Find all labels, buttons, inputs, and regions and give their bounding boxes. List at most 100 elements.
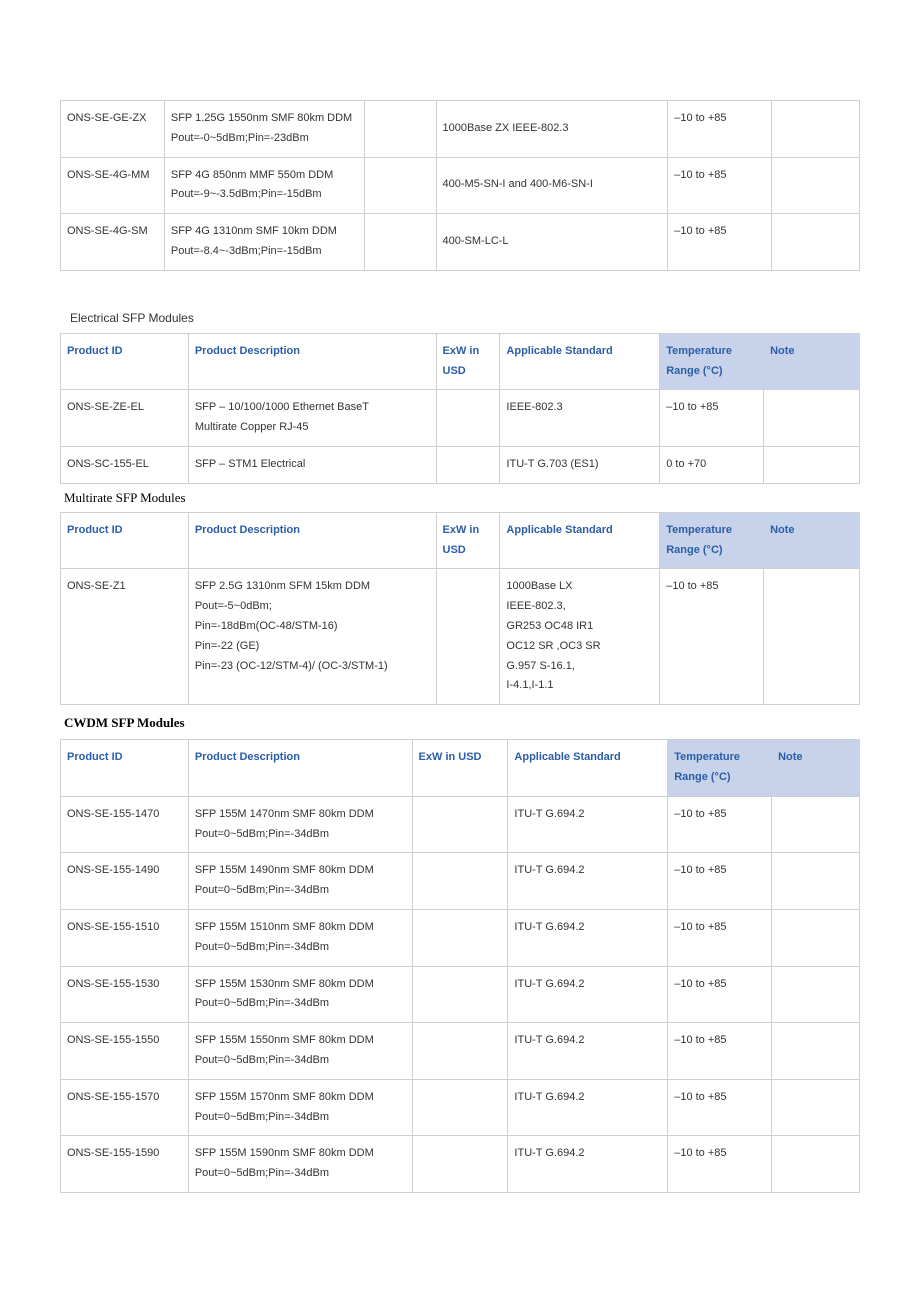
cell-exw [364, 101, 436, 158]
col-product-id: Product ID [61, 512, 189, 569]
cell-product-id: ONS-SE-155-1530 [61, 966, 189, 1023]
col-temp: Temperature Range (°C) [660, 512, 764, 569]
cell-exw [364, 214, 436, 271]
col-product-id: Product ID [61, 333, 189, 390]
cell-product-id: ONS-SE-155-1550 [61, 1023, 189, 1080]
table-header-row: Product ID Product Description ExW in US… [61, 333, 860, 390]
cell-note [764, 390, 860, 447]
cell-temp: –10 to +85 [660, 390, 764, 447]
table-row: ONS-SE-155-1570SFP 155M 1570nm SMF 80km … [61, 1079, 860, 1136]
cell-exw [412, 909, 508, 966]
col-temp: Temperature Range (°C) [660, 333, 764, 390]
cell-temp: –10 to +85 [668, 101, 772, 158]
col-note: Note [764, 333, 860, 390]
col-note: Note [772, 740, 860, 797]
cell-product-id: ONS-SE-155-1490 [61, 853, 189, 910]
cell-standard: ITU-T G.694.2 [508, 1079, 668, 1136]
col-product-desc: Product Description [188, 740, 412, 797]
cell-exw [436, 446, 500, 483]
col-exw: ExW in USD [436, 333, 500, 390]
cell-temp: 0 to +70 [660, 446, 764, 483]
table-row: ONS-SE-4G-SMSFP 4G 1310nm SMF 10km DDMPo… [61, 214, 860, 271]
document-page: ONS-SE-GE-ZXSFP 1.25G 1550nm SMF 80km DD… [0, 0, 920, 1302]
cell-temp: –10 to +85 [668, 1079, 772, 1136]
section-title-electrical: Electrical SFP Modules [70, 311, 860, 325]
cell-standard: ITU-T G.694.2 [508, 909, 668, 966]
cell-temp: –10 to +85 [668, 214, 772, 271]
table-row: ONS-SE-4G-MMSFP 4G 850nm MMF 550m DDMPou… [61, 157, 860, 214]
cell-standard: ITU-T G.694.2 [508, 1023, 668, 1080]
cell-product-desc: SFP 2.5G 1310nm SFM 15km DDMPout=-5~0dBm… [188, 569, 436, 705]
table-row: ONS-SE-155-1510SFP 155M 1510nm SMF 80km … [61, 909, 860, 966]
table-row: ONS-SE-Z1SFP 2.5G 1310nm SFM 15km DDMPou… [61, 569, 860, 705]
cell-standard: ITU-T G.694.2 [508, 1136, 668, 1193]
cell-product-desc: SFP 4G 850nm MMF 550m DDMPout=-9~-3.5dBm… [164, 157, 364, 214]
table-header-row: Product ID Product Description ExW in US… [61, 512, 860, 569]
table-header-row: Product ID Product Description ExW in US… [61, 740, 860, 797]
cell-exw [436, 390, 500, 447]
sfp-table-top: ONS-SE-GE-ZXSFP 1.25G 1550nm SMF 80km DD… [60, 100, 860, 271]
cell-product-desc: SFP 4G 1310nm SMF 10km DDMPout=-8.4~-3dB… [164, 214, 364, 271]
cell-product-desc: SFP 155M 1530nm SMF 80km DDMPout=0~5dBm;… [188, 966, 412, 1023]
table-row: ONS-SC-155-ELSFP – STM1 ElectricalITU-T … [61, 446, 860, 483]
cell-temp: –10 to +85 [668, 1136, 772, 1193]
cell-product-id: ONS-SE-4G-MM [61, 157, 165, 214]
cell-product-desc: SFP 155M 1470nm SMF 80km DDMPout=0~5dBm;… [188, 796, 412, 853]
cell-product-desc: SFP – 10/100/1000 Ethernet BaseTMultirat… [188, 390, 436, 447]
cell-note [764, 446, 860, 483]
section-title-multirate: Multirate SFP Modules [64, 490, 860, 506]
cell-note [772, 1023, 860, 1080]
cell-temp: –10 to +85 [668, 909, 772, 966]
table-row: ONS-SE-ZE-ELSFP – 10/100/1000 Ethernet B… [61, 390, 860, 447]
cell-product-id: ONS-SE-ZE-EL [61, 390, 189, 447]
cell-exw [436, 569, 500, 705]
col-exw: ExW in USD [412, 740, 508, 797]
table-row: ONS-SE-155-1530SFP 155M 1530nm SMF 80km … [61, 966, 860, 1023]
cell-note [772, 853, 860, 910]
col-product-desc: Product Description [188, 512, 436, 569]
cell-product-desc: SFP 155M 1490nm SMF 80km DDMPout=0~5dBm;… [188, 853, 412, 910]
cell-product-id: ONS-SE-Z1 [61, 569, 189, 705]
table-row: ONS-SE-155-1550SFP 155M 1550nm SMF 80km … [61, 1023, 860, 1080]
cell-standard: ITU-T G.694.2 [508, 966, 668, 1023]
cell-exw [412, 796, 508, 853]
cell-product-id: ONS-SE-155-1570 [61, 1079, 189, 1136]
table-row: ONS-SE-155-1490SFP 155M 1490nm SMF 80km … [61, 853, 860, 910]
cell-note [772, 1136, 860, 1193]
cell-product-id: ONS-SC-155-EL [61, 446, 189, 483]
cell-product-id: ONS-SE-GE-ZX [61, 101, 165, 158]
cell-temp: –10 to +85 [668, 1023, 772, 1080]
section-title-cwdm: CWDM SFP Modules [64, 715, 860, 731]
cell-product-desc: SFP 155M 1510nm SMF 80km DDMPout=0~5dBm;… [188, 909, 412, 966]
cell-product-id: ONS-SE-155-1510 [61, 909, 189, 966]
cell-exw [412, 853, 508, 910]
cell-temp: –10 to +85 [668, 157, 772, 214]
cell-exw [412, 966, 508, 1023]
cell-exw [412, 1079, 508, 1136]
cell-temp: –10 to +85 [660, 569, 764, 705]
cell-note [772, 796, 860, 853]
col-temp: Temperature Range (°C) [668, 740, 772, 797]
cell-temp: –10 to +85 [668, 796, 772, 853]
table-row: ONS-SE-GE-ZXSFP 1.25G 1550nm SMF 80km DD… [61, 101, 860, 158]
cell-product-desc: SFP – STM1 Electrical [188, 446, 436, 483]
cell-product-id: ONS-SE-4G-SM [61, 214, 165, 271]
cell-standard: 1000Base LXIEEE-802.3,GR253 OC48 IR1OC12… [500, 569, 660, 705]
cell-note [772, 214, 860, 271]
cell-standard: 400-M5-SN-I and 400-M6-SN-I [436, 157, 668, 214]
cell-temp: –10 to +85 [668, 966, 772, 1023]
cell-standard: ITU-T G.694.2 [508, 853, 668, 910]
cell-product-id: ONS-SE-155-1470 [61, 796, 189, 853]
table-row: ONS-SE-155-1470SFP 155M 1470nm SMF 80km … [61, 796, 860, 853]
cell-note [764, 569, 860, 705]
col-standard: Applicable Standard [500, 512, 660, 569]
col-product-id: Product ID [61, 740, 189, 797]
cell-standard: 400-SM-LC-L [436, 214, 668, 271]
cell-note [772, 157, 860, 214]
multirate-sfp-table: Product ID Product Description ExW in US… [60, 512, 860, 705]
cell-product-id: ONS-SE-155-1590 [61, 1136, 189, 1193]
cell-product-desc: SFP 155M 1570nm SMF 80km DDMPout=0~5dBm;… [188, 1079, 412, 1136]
electrical-sfp-table: Product ID Product Description ExW in US… [60, 333, 860, 484]
cell-standard: IEEE-802.3 [500, 390, 660, 447]
cell-standard: ITU-T G.694.2 [508, 796, 668, 853]
